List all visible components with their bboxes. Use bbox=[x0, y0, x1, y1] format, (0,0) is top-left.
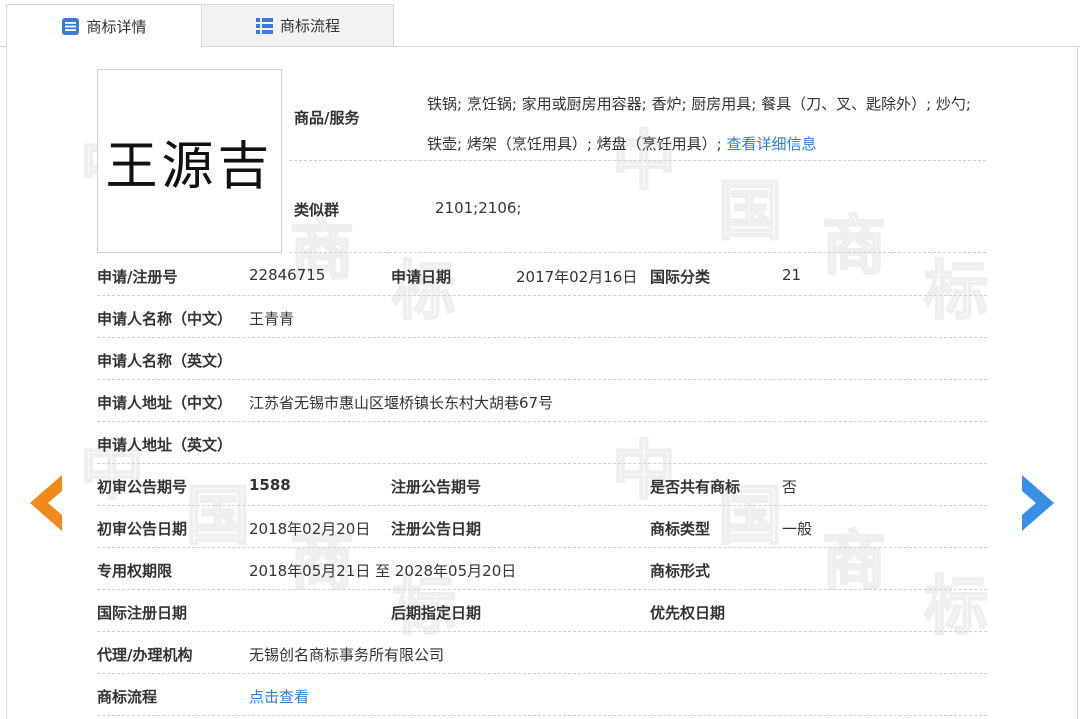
field-value: 否 bbox=[782, 478, 798, 496]
divider bbox=[289, 160, 986, 161]
tab-trademark-detail[interactable]: 商标详情 bbox=[6, 4, 202, 48]
tab-trademark-flow-label: 商标流程 bbox=[279, 17, 340, 35]
trademark-image: 王源吉 bbox=[97, 69, 282, 253]
field-label: 国际分类 bbox=[650, 268, 711, 286]
info-row: 商标流程 点击查看 bbox=[97, 674, 987, 716]
goods-services-value: 铁锅; 烹饪锅; 家用或厨房用容器; 香炉; 厨房用具; 餐具（刀、叉、匙除外）… bbox=[427, 84, 987, 164]
tab-trademark-flow[interactable]: 商标流程 bbox=[202, 4, 394, 47]
field-value: 一般 bbox=[782, 520, 813, 538]
field-label: 注册公告日期 bbox=[391, 520, 482, 538]
similar-group-label: 类似群 bbox=[294, 201, 340, 219]
field-value: 22846715 bbox=[249, 266, 326, 284]
field-label: 初审公告日期 bbox=[97, 520, 188, 538]
info-row: 代理/办理机构 无锡创名商标事务所有限公司 bbox=[97, 632, 987, 674]
tab-trademark-detail-label: 商标详情 bbox=[86, 17, 147, 36]
field-label: 申请/注册号 bbox=[97, 268, 178, 286]
field-label: 申请人地址（英文） bbox=[97, 436, 233, 454]
field-label: 申请人名称（中文） bbox=[97, 310, 233, 328]
info-row: 申请人名称（中文） 王青青 bbox=[97, 296, 987, 338]
chevron-left-icon[interactable] bbox=[26, 473, 66, 533]
field-value: 1588 bbox=[249, 476, 291, 494]
field-label: 国际注册日期 bbox=[97, 604, 188, 622]
field-label: 商标流程 bbox=[97, 688, 158, 706]
info-row: 申请人地址（英文） bbox=[97, 422, 987, 464]
view-flow-link[interactable]: 点击查看 bbox=[249, 686, 309, 707]
field-label: 商标形式 bbox=[650, 562, 711, 580]
goods-services-text: 铁锅; 烹饪锅; 家用或厨房用容器; 香炉; 厨房用具; 餐具（刀、叉、匙除外）… bbox=[427, 95, 971, 153]
list-icon bbox=[62, 17, 80, 35]
field-label: 申请人名称（英文） bbox=[97, 352, 233, 370]
similar-group-value: 2101;2106; bbox=[435, 199, 522, 217]
grid-list-icon bbox=[255, 18, 273, 34]
info-row: 国际注册日期 后期指定日期 优先权日期 bbox=[97, 590, 987, 632]
info-row: 申请/注册号 22846715 申请日期 2017年02月16日 国际分类 21 bbox=[97, 254, 987, 296]
chevron-right-icon[interactable] bbox=[1018, 473, 1058, 533]
trademark-logo-text: 王源吉 bbox=[105, 136, 274, 197]
field-value: 2017年02月16日 bbox=[516, 268, 638, 286]
goods-services-label: 商品/服务 bbox=[294, 109, 360, 127]
info-row: 初审公告期号 1588 注册公告期号 是否共有商标 否 bbox=[97, 464, 987, 506]
field-value: 无锡创名商标事务所有限公司 bbox=[249, 646, 445, 664]
field-label: 后期指定日期 bbox=[391, 604, 482, 622]
field-label: 专用权期限 bbox=[97, 562, 173, 580]
info-row: 专用权期限 2018年05月21日 至 2028年05月20日 商标形式 bbox=[97, 548, 987, 590]
field-value: 王青青 bbox=[249, 310, 295, 328]
divider bbox=[289, 252, 986, 253]
field-label: 申请人地址（中文） bbox=[97, 394, 233, 412]
field-value: 2018年05月21日 至 2028年05月20日 bbox=[249, 562, 517, 580]
field-label: 商标类型 bbox=[650, 520, 711, 538]
field-value: 21 bbox=[782, 266, 802, 284]
info-row: 申请人名称（英文） bbox=[97, 338, 987, 380]
field-value: 2018年02月20日 bbox=[249, 520, 371, 538]
tab-bar: 商标详情 商标流程 bbox=[0, 0, 1080, 48]
field-label: 初审公告期号 bbox=[97, 478, 188, 496]
info-row: 初审公告日期 2018年02月20日 注册公告日期 商标类型 一般 bbox=[97, 506, 987, 548]
field-label: 注册公告期号 bbox=[391, 478, 482, 496]
field-label: 是否共有商标 bbox=[650, 478, 741, 496]
field-value: 江苏省无锡市惠山区堰桥镇长东村大胡巷67号 bbox=[249, 394, 554, 412]
field-label: 代理/办理机构 bbox=[97, 646, 193, 664]
view-detail-link[interactable]: 查看详细信息 bbox=[726, 135, 816, 153]
field-label: 申请日期 bbox=[391, 268, 452, 286]
field-label: 优先权日期 bbox=[650, 604, 726, 622]
info-row: 申请人地址（中文） 江苏省无锡市惠山区堰桥镇长东村大胡巷67号 bbox=[97, 380, 987, 422]
